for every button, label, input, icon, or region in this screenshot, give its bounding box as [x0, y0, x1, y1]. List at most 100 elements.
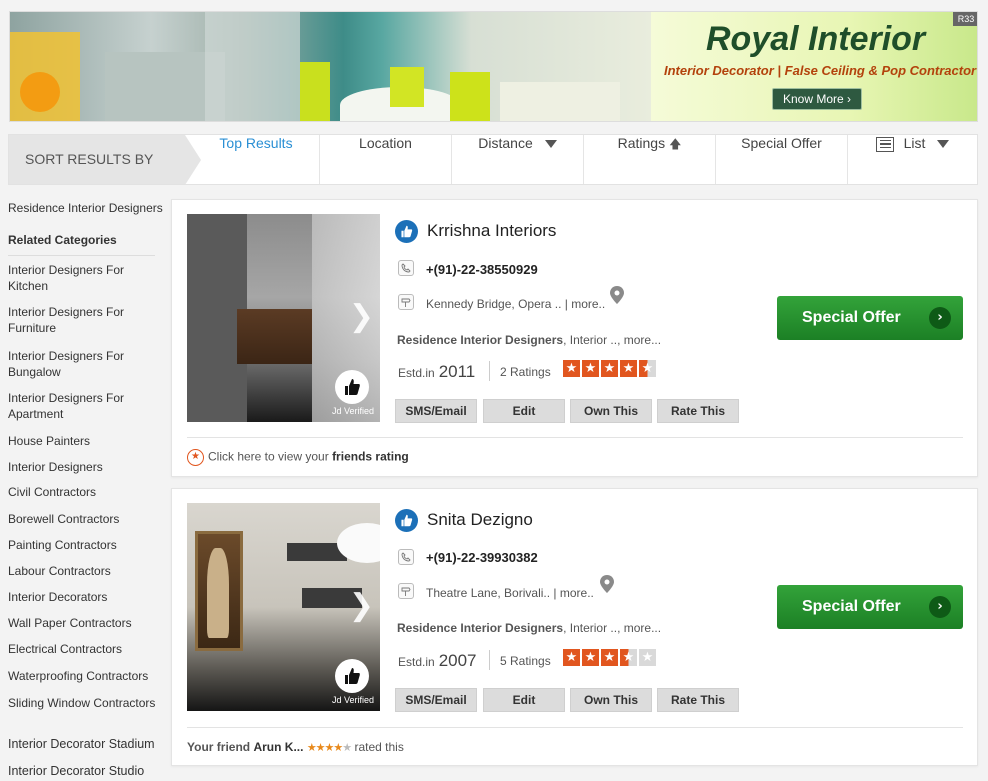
sort-ratings[interactable]: Ratings 🡅 — [583, 135, 715, 184]
next-photo-icon[interactable]: ❯ — [349, 299, 374, 334]
special-offer-label: Special Offer — [802, 598, 901, 615]
listing-name[interactable]: Krrishna Interiors — [427, 221, 556, 241]
star-icon: ★ — [620, 360, 637, 377]
listing-categories[interactable]: Residence Interior Designers, Interior .… — [397, 621, 661, 635]
sort-location-label: Location — [359, 135, 412, 151]
sidebar-item[interactable]: Interior Designers — [8, 459, 158, 475]
more-categories: , Interior .., more... — [563, 621, 662, 635]
card-divider — [187, 727, 963, 728]
thumbs-up-icon — [345, 379, 360, 395]
sort-top-results[interactable]: Top Results — [193, 135, 319, 184]
special-offer-button[interactable]: Special Offer › — [777, 585, 963, 629]
sort-top-results-label: Top Results — [219, 135, 293, 151]
sidebar-item[interactable]: Civil Contractors — [8, 484, 158, 500]
ratings-count[interactable]: 5 Ratings — [500, 654, 551, 668]
empty-star-icon: ★ — [639, 649, 656, 666]
estd-year: 2011 — [438, 362, 476, 381]
map-pin-icon[interactable] — [600, 575, 614, 593]
sidebar-heading: Related Categories — [8, 233, 117, 247]
established-year: Estd.in 2011 — [398, 362, 475, 382]
sidebar-item[interactable]: Electrical Contractors — [8, 641, 158, 657]
empty-star-icon: ★ — [342, 742, 352, 754]
friend-name: Arun K... — [253, 740, 304, 754]
sidebar-item[interactable]: Labour Contractors — [8, 563, 158, 579]
established-year: Estd.in 2007 — [398, 651, 477, 671]
sidebar-item[interactable]: Borewell Contractors — [8, 511, 158, 527]
sidebar-item[interactable]: House Painters — [8, 433, 158, 449]
map-pin-icon[interactable] — [610, 286, 624, 304]
sort-location[interactable]: Location — [319, 135, 451, 184]
own-this-button[interactable]: Own This — [570, 688, 652, 712]
view-list-label: List — [903, 135, 926, 151]
divider — [489, 361, 490, 381]
chevron-right-icon: › — [929, 596, 951, 618]
view-list-toggle[interactable]: List — [847, 135, 977, 184]
edit-button[interactable]: Edit — [483, 399, 565, 423]
star-icon: ★ — [563, 360, 580, 377]
sidebar-item[interactable]: Interior Designers For Apartment — [8, 390, 158, 422]
listing-phone[interactable]: +(91)-22-39930382 — [426, 550, 538, 565]
banner-ad-panel: Royal Interior Interior Decorator | Fals… — [651, 12, 977, 121]
listing-photo[interactable]: ❯ Jd Verified — [187, 214, 380, 422]
star-icon: ★ — [601, 360, 618, 377]
star-icon: ★ — [563, 649, 580, 666]
sort-distance[interactable]: Distance — [451, 135, 583, 184]
sidebar-item[interactable]: Interior Designers For Bungalow — [8, 348, 158, 380]
sidebar-item[interactable]: Interior Designers For Furniture — [8, 304, 158, 336]
jd-verified-text: Jd Verified — [332, 406, 375, 416]
card-divider — [187, 437, 963, 438]
friend-suffix: rated this — [354, 740, 404, 754]
listing-photo[interactable]: ❯ Jd Verified — [187, 503, 380, 711]
sidebar-item[interactable]: Interior Designers For Kitchen — [8, 262, 158, 294]
listing-categories[interactable]: Residence Interior Designers, Interior .… — [397, 333, 661, 347]
friends-rating-bold: friends rating — [332, 449, 409, 464]
ratings-count[interactable]: 2 Ratings — [500, 365, 551, 379]
next-photo-icon[interactable]: ❯ — [349, 588, 374, 623]
arrow-up-icon: 🡅 — [669, 137, 682, 151]
thumbs-up-icon — [345, 668, 360, 684]
sidebar-item[interactable]: Interior Decorator Stadium — [8, 736, 158, 752]
edit-button[interactable]: Edit — [483, 688, 565, 712]
friend-prefix: Your friend — [187, 740, 251, 754]
estd-label: Estd.in — [398, 366, 435, 380]
sidebar-item[interactable]: Wall Paper Contractors — [8, 615, 158, 631]
sidebar-item[interactable]: Painting Contractors — [8, 537, 158, 553]
sort-special-offer[interactable]: Special Offer — [715, 135, 847, 184]
listing-card: ❯ Jd Verified Snita Dezigno +(91)-22-399… — [171, 488, 978, 766]
sort-special-offer-label: Special Offer — [741, 135, 822, 151]
sidebar-item[interactable]: Waterproofing Contractors — [8, 668, 158, 684]
friend-rating-note[interactable]: Your friend Arun K... ★★★★★ rated this — [187, 740, 404, 754]
sidebar-item[interactable]: Interior Decorator Studio — [8, 763, 158, 779]
sidebar-item[interactable]: Sliding Window Contractors — [8, 695, 158, 711]
friends-rating-link[interactable]: ★ Click here to view your friends rating — [187, 449, 409, 466]
sidebar-divider — [8, 255, 155, 256]
primary-category: Residence Interior Designers — [397, 621, 564, 635]
friends-rating-text: Click here to view your — [208, 449, 329, 464]
star-icon: ★ — [582, 360, 599, 377]
rate-this-button[interactable]: Rate This — [657, 688, 739, 712]
half-star-icon: ★ — [639, 360, 656, 377]
jd-verified-badge: Jd Verified — [332, 659, 374, 705]
listing-address[interactable]: Kennedy Bridge, Opera .. | more.. — [426, 297, 605, 311]
banner-subtitle: Interior Decorator | False Ceiling & Pop… — [664, 63, 977, 78]
listing-address[interactable]: Theatre Lane, Borivali.. | more.. — [426, 586, 594, 600]
special-offer-button[interactable]: Special Offer › — [777, 296, 963, 340]
listing-phone[interactable]: +(91)-22-38550929 — [426, 262, 538, 277]
phone-icon — [398, 260, 414, 276]
star-circle-icon: ★ — [187, 449, 204, 466]
estd-label: Estd.in — [398, 655, 435, 669]
sort-distance-label: Distance — [478, 135, 533, 151]
listing-name[interactable]: Snita Dezigno — [427, 510, 533, 530]
rate-this-button[interactable]: Rate This — [657, 399, 739, 423]
own-this-button[interactable]: Own This — [570, 399, 652, 423]
sms-email-button[interactable]: SMS/Email — [395, 688, 477, 712]
sidebar-current-category[interactable]: Residence Interior Designers — [8, 201, 163, 215]
sidebar-item[interactable]: Interior Decorators — [8, 589, 158, 605]
ad-banner[interactable]: Royal Interior Interior Decorator | Fals… — [9, 11, 978, 122]
chevron-down-icon — [937, 140, 950, 149]
divider — [489, 650, 490, 670]
address-signpost-icon — [398, 294, 414, 310]
sms-email-button[interactable]: SMS/Email — [395, 399, 477, 423]
know-more-button[interactable]: Know More › — [772, 88, 862, 110]
star-icon: ★ — [601, 649, 618, 666]
